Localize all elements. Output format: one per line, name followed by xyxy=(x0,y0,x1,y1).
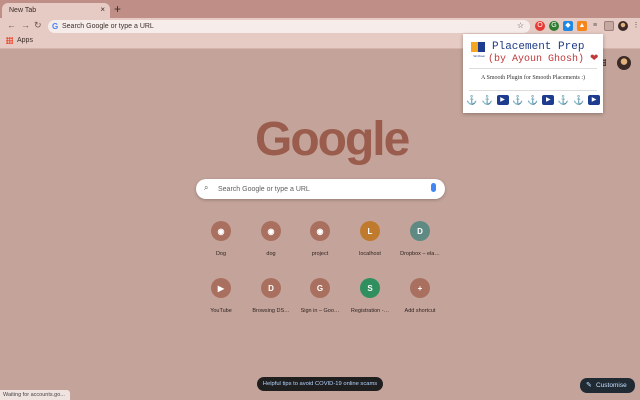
address-bar[interactable]: G Search Google or type a URL ☆ xyxy=(48,20,530,33)
customise-label: Customise xyxy=(596,382,627,389)
profile-avatar[interactable] xyxy=(618,21,628,31)
extension-blue-icon[interactable]: ◆ xyxy=(563,21,573,31)
placement-prep-popup: Ski Rissai Placement Prep (by Ayoun Ghos… xyxy=(463,34,603,113)
status-bubble: Waiting for accounts.go... xyxy=(0,390,70,400)
google-logo: Google xyxy=(255,113,410,166)
youtube-icon[interactable]: ▶ xyxy=(588,95,600,105)
shortcut-9-label: Add shortcut xyxy=(404,308,436,314)
search-icon: ⌕ xyxy=(204,183,209,192)
tab-title: New Tab xyxy=(9,7,37,14)
shortcut-1-icon: ◉ xyxy=(261,221,281,241)
ntp-search-box[interactable]: ⌕ Search Google or type a URL xyxy=(196,179,445,199)
shortcut-4-icon: D xyxy=(410,221,430,241)
customise-button[interactable]: ✎ Customise xyxy=(580,378,635,393)
shortcut-6-icon: D xyxy=(261,278,281,298)
forward-arrow-icon[interactable]: → xyxy=(21,20,30,30)
anchor-icon[interactable]: ⚓ xyxy=(481,95,493,105)
address-bar-placeholder: Search Google or type a URL xyxy=(62,23,154,30)
anchor-icon[interactable]: ⚓ xyxy=(573,95,585,105)
shortcut-7-icon: G xyxy=(310,278,330,298)
toolbar: ← → ↻ G Search Google or type a URL ☆ O … xyxy=(0,18,640,35)
popup-subtitle: (by Ayoun Ghosh) ❤ xyxy=(488,54,599,65)
shortcut-3-icon: L xyxy=(360,221,380,241)
menu-kebab-icon[interactable]: ⋮ xyxy=(631,21,640,31)
tab-strip: New Tab × + xyxy=(0,0,640,18)
microphone-icon[interactable] xyxy=(431,183,436,192)
anchor-icon[interactable]: ⚓ xyxy=(558,95,570,105)
popup-title: Placement Prep xyxy=(492,41,585,53)
tab-new-tab[interactable]: New Tab × xyxy=(2,3,110,18)
anchor-icon[interactable]: ⚓ xyxy=(527,95,539,105)
shortcut-9-icon: + xyxy=(410,278,430,298)
new-tab-button[interactable]: + xyxy=(114,2,121,16)
anchor-icon[interactable]: ⚓ xyxy=(466,95,478,105)
youtube-icon[interactable]: ▶ xyxy=(496,95,509,105)
google-g-icon: G xyxy=(52,22,59,31)
svg-text:Ski Rissai: Ski Rissai xyxy=(473,54,485,58)
youtube-icon[interactable]: ▶ xyxy=(542,95,555,105)
pencil-icon: ✎ xyxy=(586,382,592,389)
book-logo-icon: Ski Rissai xyxy=(471,42,486,58)
apps-label: Apps xyxy=(17,37,33,44)
apps-grid-icon xyxy=(6,37,13,44)
anchor-icon[interactable]: ⚓ xyxy=(512,95,524,105)
shortcut-4-label: Dropbox – ela… xyxy=(400,251,440,257)
ntp-search-placeholder: Search Google or type a URL xyxy=(218,185,310,193)
reload-icon[interactable]: ↻ xyxy=(34,20,42,31)
popup-tagline: A Smooth Plugin for Smooth Placements :) xyxy=(480,75,585,81)
extension-gray-icon[interactable]: ≡ xyxy=(590,21,600,31)
metamask-extension-icon[interactable]: ▲ xyxy=(577,21,587,31)
shortcut-5-icon: ▶ xyxy=(211,278,231,298)
shortcut-0-icon: ◉ xyxy=(211,221,231,241)
shortcut-tile[interactable]: D Dropbox – ela… xyxy=(390,221,450,257)
shortcut-2-icon: ◉ xyxy=(310,221,330,241)
bookmark-star-icon[interactable]: ☆ xyxy=(517,21,524,30)
covid-tips-link[interactable]: Helpful tips to avoid COVID-19 online sc… xyxy=(257,377,383,391)
back-arrow-icon[interactable]: ← xyxy=(7,20,16,30)
account-avatar[interactable] xyxy=(617,56,631,70)
apps-bookmark[interactable]: Apps xyxy=(6,37,33,44)
opera-extension-icon[interactable]: O xyxy=(535,21,545,31)
grammarly-extension-icon[interactable]: G xyxy=(549,21,559,31)
shortcut-8-icon: S xyxy=(360,278,380,298)
popup-link-row: ⚓ ⚓ ▶ ⚓ ⚓ ▶ ⚓ ⚓ ▶ xyxy=(466,95,600,105)
divider xyxy=(469,90,597,91)
divider xyxy=(469,68,597,69)
close-icon[interactable]: × xyxy=(100,5,105,14)
add-shortcut-tile[interactable]: + Add shortcut xyxy=(390,278,450,314)
puzzle-extensions-icon[interactable] xyxy=(604,21,614,31)
